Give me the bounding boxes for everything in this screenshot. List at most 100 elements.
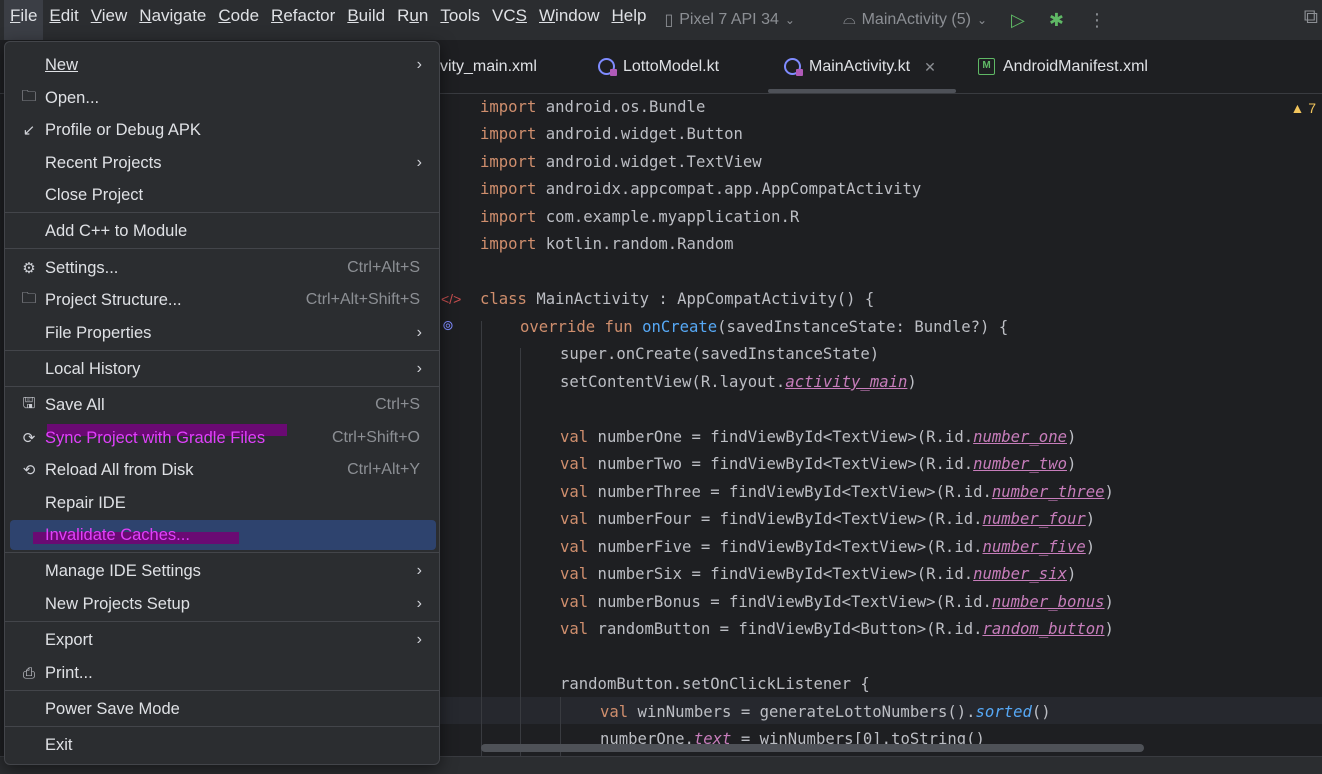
device-selector[interactable]: ▯ Pixel 7 API 34 ⌄ [664,10,795,30]
menu-item-invalidate-caches[interactable]: Invalidate Caches... [10,520,436,550]
menu-item-close-project[interactable]: Close Project [10,180,436,210]
menu-item-reload-disk[interactable]: ⟲ Reload All from Disk Ctrl+Alt+Y [10,455,436,485]
debug-icon[interactable]: ✱ [1049,10,1064,31]
menu-item-sync-gradle[interactable]: ⟳ Sync Project with Gradle Files Ctrl+Sh… [10,423,436,453]
menu-item-label: Add C++ to Module [45,221,188,240]
code-line: override fun onCreate(savedInstanceState… [520,318,1009,336]
menu-item-label: Invalidate Caches... [45,525,190,544]
menu-item-open[interactable]: 🗀 Open... [10,83,436,113]
close-icon[interactable]: ✕ [924,40,936,94]
menu-item-label: Exit [45,735,73,754]
menu-item-label: Manage IDE Settings [45,561,201,580]
tab-lotto-model-kt[interactable]: LottoModel.kt [598,40,719,93]
chevron-right-icon: › [416,562,422,579]
code-line: import android.widget.Button [480,125,743,143]
chevron-right-icon: › [416,56,422,73]
menu-item-print[interactable]: ⎙ Print... [10,658,436,688]
device-icon: ▯ [664,12,674,29]
code-line: val numberSix = findViewById<TextView>(R… [560,565,1077,583]
menu-item-label: Open... [45,88,100,107]
sync-icon: ⟳ [22,430,36,447]
menu-item-shortcut: Ctrl+Alt+Shift+S [305,291,420,308]
reload-icon: ⟲ [22,462,36,479]
menu-separator [5,621,439,622]
tab-activity-main-xml[interactable]: vity_main.xml [440,40,537,93]
code-line: val numberFive = findViewById<TextView>(… [560,538,1096,556]
menu-run[interactable]: Run [391,0,434,40]
code-line: val numberThree = findViewById<TextView>… [560,483,1114,501]
menu-item-export[interactable]: Export › [10,625,436,655]
run-icon[interactable]: ▷ [1011,10,1025,31]
code-line: val winNumbers = generateLottoNumbers().… [600,703,1051,721]
menu-item-local-history[interactable]: Local History › [10,354,436,384]
menu-item-save-all[interactable]: 🖫 Save All Ctrl+S [10,390,436,420]
chevron-right-icon: › [416,595,422,612]
run-config-label: MainActivity (5) [861,11,971,28]
menu-item-add-cpp[interactable]: Add C++ to Module [10,216,436,246]
horizontal-scrollbar[interactable] [481,744,1144,752]
layout-xml-gutter-icon[interactable]: </> [441,291,461,307]
menu-item-label: Settings... [45,258,119,277]
tab-main-activity-kt[interactable]: MainActivity.kt ✕ [768,40,956,94]
code-line: import kotlin.random.Random [480,235,734,253]
menu-item-label: Profile or Debug APK [45,120,201,139]
code-line: import android.os.Bundle [480,98,706,116]
menu-vcs[interactable]: VCS [486,0,533,40]
menu-view[interactable]: View [85,0,134,40]
menu-item-manage-ide-settings[interactable]: Manage IDE Settings › [10,556,436,586]
chevron-right-icon: › [416,631,422,648]
menu-item-shortcut: Ctrl+S [375,396,420,413]
menu-build[interactable]: Build [341,0,391,40]
tab-label: AndroidManifest.xml [1003,57,1148,75]
device-manager-icon[interactable]: ⧉ [1304,6,1318,29]
file-menu-dropdown: New › 🗀 Open... ↙ Profile or Debug APK R… [4,41,440,765]
menu-item-project-structure[interactable]: 🗀 Project Structure... Ctrl+Alt+Shift+S [10,285,436,315]
more-vertical-icon[interactable]: ⋮ [1088,10,1106,31]
menu-window[interactable]: Window [533,0,605,40]
menu-navigate[interactable]: Navigate [133,0,212,40]
menu-item-file-properties[interactable]: File Properties › [10,318,436,348]
menu-item-label: Recent Projects [45,153,162,172]
chevron-down-icon: ⌄ [976,13,988,27]
device-label: Pixel 7 API 34 [679,11,779,28]
menu-separator [5,726,439,727]
tab-label: LottoModel.kt [623,57,720,75]
code-line: val randomButton = findViewById<Button>(… [560,620,1114,638]
menu-item-new-projects-setup[interactable]: New Projects Setup › [10,589,436,619]
warning-count: 7 [1308,100,1316,116]
menu-refactor[interactable]: Refactor [265,0,341,40]
menu-item-label: Save All [45,395,105,414]
override-gutter-icon[interactable]: ⊚ [442,317,454,334]
code-line: setContentView(R.layout.activity_main) [560,373,917,391]
tab-label: MainActivity.kt [809,57,911,75]
menu-help[interactable]: Help [605,0,652,40]
code-line: class MainActivity : AppCompatActivity()… [480,290,875,308]
menu-item-label: Reload All from Disk [45,460,194,479]
menu-item-repair-ide[interactable]: Repair IDE [10,488,436,518]
kotlin-file-icon [784,58,803,76]
menu-item-exit[interactable]: Exit [10,730,436,760]
menu-edit[interactable]: Edit [43,0,84,40]
warnings-indicator[interactable]: ▲ 7 [1290,100,1316,116]
menu-item-power-save-mode[interactable]: Power Save Mode [10,694,436,724]
code-line: val numberFour = findViewById<TextView>(… [560,510,1096,528]
run-config-selector[interactable]: ⌓ MainActivity (5) ⌄ [843,11,987,29]
menu-item-new[interactable]: New › [10,50,436,80]
code-line: super.onCreate(savedInstanceState) [560,345,880,363]
main-menu-bar: File Edit View Navigate Code Refactor Bu… [0,0,1322,40]
chevron-right-icon: › [416,324,422,341]
project-structure-icon: 🗀 [21,289,37,307]
folder-icon: 🗀 [21,87,37,105]
menu-item-recent-projects[interactable]: Recent Projects › [10,148,436,178]
menu-item-shortcut: Ctrl+Alt+S [347,259,420,276]
menu-code[interactable]: Code [212,0,265,40]
menu-file[interactable]: File [4,0,44,40]
menu-tools[interactable]: Tools [434,0,486,40]
tab-android-manifest-xml[interactable]: M AndroidManifest.xml [978,40,1148,93]
indent-guide [481,321,482,756]
menu-item-profile-debug-apk[interactable]: ↙ Profile or Debug APK [10,115,436,145]
menu-item-settings[interactable]: ⚙ Settings... Ctrl+Alt+S [10,253,436,283]
chevron-right-icon: › [416,154,422,171]
android-icon: ⌓ [842,11,856,28]
code-line: val numberOne = findViewById<TextView>(R… [560,428,1077,446]
